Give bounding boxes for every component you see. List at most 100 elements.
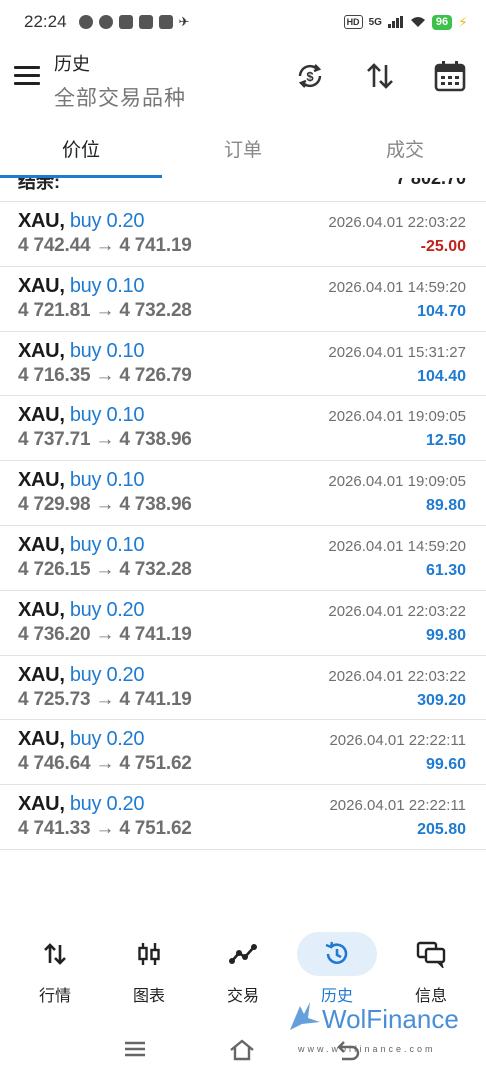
deal-symbol-text: XAU, bbox=[18, 663, 65, 686]
deal-prices: 4 729.98 → 4 738.96 bbox=[18, 494, 192, 516]
deal-symbol-text: XAU, bbox=[18, 274, 65, 297]
deal-symbol-text: XAU, bbox=[18, 469, 65, 492]
wechat-icon bbox=[78, 15, 93, 29]
deal-profit: 61.30 bbox=[425, 561, 466, 579]
charging-icon: ⚡ bbox=[458, 13, 468, 30]
app-icon bbox=[118, 15, 133, 29]
deal-profit: -25.00 bbox=[420, 238, 466, 255]
deal-side: buy 0.10 bbox=[69, 274, 145, 297]
calendar-icon bbox=[434, 61, 466, 92]
nav-messages[interactable]: 信息 bbox=[384, 928, 478, 1008]
back-button[interactable] bbox=[336, 1038, 366, 1064]
deal-profit: 205.80 bbox=[417, 821, 466, 839]
status-time: 22:24 bbox=[24, 12, 67, 31]
deal-prices: 4 725.73 → 4 741.19 bbox=[18, 688, 192, 710]
battery-icon: 96 bbox=[431, 14, 453, 30]
svg-text:$: $ bbox=[306, 69, 314, 84]
app-icon bbox=[158, 15, 173, 29]
deal-profit: 12.50 bbox=[425, 432, 466, 450]
calendar-button[interactable] bbox=[432, 58, 468, 94]
chart-icon bbox=[138, 943, 160, 965]
wifi-icon bbox=[410, 17, 425, 27]
tab-orders[interactable]: 订单 bbox=[162, 118, 324, 178]
deal-row[interactable]: XAU, buy 0.10 4 721.81 → 4 732.28 2026.04.… bbox=[0, 267, 486, 332]
title-block[interactable]: 历史 全部交易品种 bbox=[54, 50, 186, 112]
deal-time: 2026.04.01 22:22:11 bbox=[329, 732, 466, 750]
messages-icon bbox=[416, 941, 446, 968]
deal-symbol-text: XAU, bbox=[18, 210, 65, 232]
deal-symbol: XAU, buy 0.20 bbox=[18, 793, 145, 816]
deal-time: 2026.04.01 22:03:22 bbox=[328, 602, 466, 620]
currency-refresh-button[interactable]: $ bbox=[292, 58, 328, 94]
status-right: HD 5G 96 ⚡ bbox=[343, 13, 468, 31]
deal-prices: 4 737.71 → 4 738.96 bbox=[18, 429, 192, 451]
quotes-icon bbox=[44, 943, 66, 965]
deal-row[interactable]: XAU, buy 0.10 4 729.98 → 4 738.96 2026.04.… bbox=[0, 461, 486, 526]
tab-positions[interactable]: 价位 bbox=[0, 118, 162, 178]
symbol-filter[interactable]: 全部交易品种 bbox=[54, 82, 186, 112]
deal-symbol-text: XAU, bbox=[18, 404, 65, 427]
deal-row[interactable]: XAU, buy 0.20 4 725.73 → 4 741.19 2026.04.… bbox=[0, 656, 486, 721]
deal-profit: 99.60 bbox=[425, 756, 466, 774]
nav-chart[interactable]: 图表 bbox=[102, 928, 196, 1008]
deal-row[interactable]: XAU, buy 0.20 4 746.64 → 4 751.62 2026.04.… bbox=[0, 720, 486, 786]
deal-symbol: XAU, buy 0.20 bbox=[18, 210, 145, 233]
deal-prices: 4 716.35 → 4 726.79 bbox=[18, 364, 192, 386]
tab-deals[interactable]: 成交 bbox=[324, 118, 486, 178]
deal-side: buy 0.10 bbox=[69, 533, 145, 556]
deal-prices: 4 721.81 → 4 732.28 bbox=[18, 299, 192, 321]
deal-side: buy 0.20 bbox=[69, 793, 145, 816]
home-button[interactable] bbox=[228, 1038, 258, 1064]
network-label: 5G bbox=[368, 16, 382, 28]
summary-label: 结余: bbox=[18, 178, 60, 192]
deal-side: buy 0.20 bbox=[69, 728, 145, 751]
signal-icon bbox=[387, 16, 403, 28]
deal-row[interactable]: XAU, buy 0.20 4 742.44 → 4 741.19 2026.04.… bbox=[0, 202, 486, 267]
deal-prices: 4 746.64 → 4 751.62 bbox=[18, 753, 192, 775]
menu-icon[interactable] bbox=[14, 66, 40, 86]
deal-symbol: XAU, buy 0.10 bbox=[18, 469, 145, 492]
nav-history[interactable]: 历史 bbox=[290, 928, 384, 1008]
deal-time: 2026.04.01 14:59:20 bbox=[328, 278, 466, 296]
deal-time: 2026.04.01 15:31:27 bbox=[328, 343, 466, 361]
deal-prices: 4 741.33 → 4 751.62 bbox=[18, 818, 192, 840]
page-title: 历史 bbox=[54, 54, 90, 74]
deal-symbol-text: XAU, bbox=[18, 598, 65, 621]
deal-symbol: XAU, buy 0.20 bbox=[18, 663, 145, 687]
deal-symbol: XAU, buy 0.10 bbox=[18, 404, 145, 427]
deal-row[interactable]: XAU, buy 0.20 4 736.20 → 4 741.19 2026.04.… bbox=[0, 591, 486, 656]
nav-trade[interactable]: 交易 bbox=[196, 928, 290, 1008]
history-tabs: 价位 订单 成交 bbox=[0, 118, 486, 178]
deal-symbol-text: XAU, bbox=[18, 793, 65, 816]
summary-row-partial: 结余: 7 802.70 bbox=[0, 178, 486, 202]
deal-row[interactable]: XAU, buy 0.10 4 737.71 → 4 738.96 2026.04.… bbox=[0, 396, 486, 462]
recents-button[interactable] bbox=[122, 1038, 152, 1064]
deal-symbol: XAU, buy 0.20 bbox=[18, 728, 145, 751]
deal-row[interactable]: XAU, buy 0.10 4 716.35 → 4 726.79 2026.04.… bbox=[0, 332, 486, 397]
status-bar: 22:24 ✈ HD 5G 96 ⚡ bbox=[0, 0, 486, 44]
sort-icon bbox=[367, 63, 393, 89]
deal-prices: 4 742.44 → 4 741.19 bbox=[18, 235, 192, 256]
deal-time: 2026.04.01 19:09:05 bbox=[328, 473, 466, 491]
deal-row[interactable]: XAU, buy 0.10 4 726.15 → 4 732.28 2026.04.… bbox=[0, 526, 486, 591]
deal-row[interactable]: XAU, buy 0.20 4 741.33 → 4 751.62 2026.04.… bbox=[0, 785, 486, 850]
deal-side: buy 0.20 bbox=[69, 210, 145, 232]
app-header: 历史 全部交易品种 $ bbox=[0, 44, 486, 116]
deal-time: 2026.04.01 22:03:22 bbox=[328, 214, 466, 231]
nav-chart-label: 图表 bbox=[132, 988, 165, 1005]
deal-symbol: XAU, buy 0.10 bbox=[18, 274, 145, 298]
deal-side: buy 0.10 bbox=[69, 469, 145, 492]
sort-button[interactable] bbox=[362, 58, 398, 94]
nav-trade-label: 交易 bbox=[226, 988, 259, 1005]
deal-symbol: XAU, buy 0.10 bbox=[18, 339, 145, 363]
nav-quotes[interactable]: 行情 bbox=[8, 928, 102, 1008]
summary-value: 7 802.70 bbox=[395, 178, 466, 188]
deal-side: buy 0.10 bbox=[69, 339, 145, 362]
nav-quotes-label: 行情 bbox=[38, 988, 71, 1005]
deal-profit: 99.80 bbox=[425, 626, 466, 644]
deal-prices: 4 726.15 → 4 732.28 bbox=[18, 558, 192, 580]
back-icon bbox=[337, 1041, 360, 1061]
deal-profit: 309.20 bbox=[417, 691, 466, 709]
deal-side: buy 0.20 bbox=[69, 598, 145, 621]
home-icon bbox=[230, 1039, 254, 1061]
